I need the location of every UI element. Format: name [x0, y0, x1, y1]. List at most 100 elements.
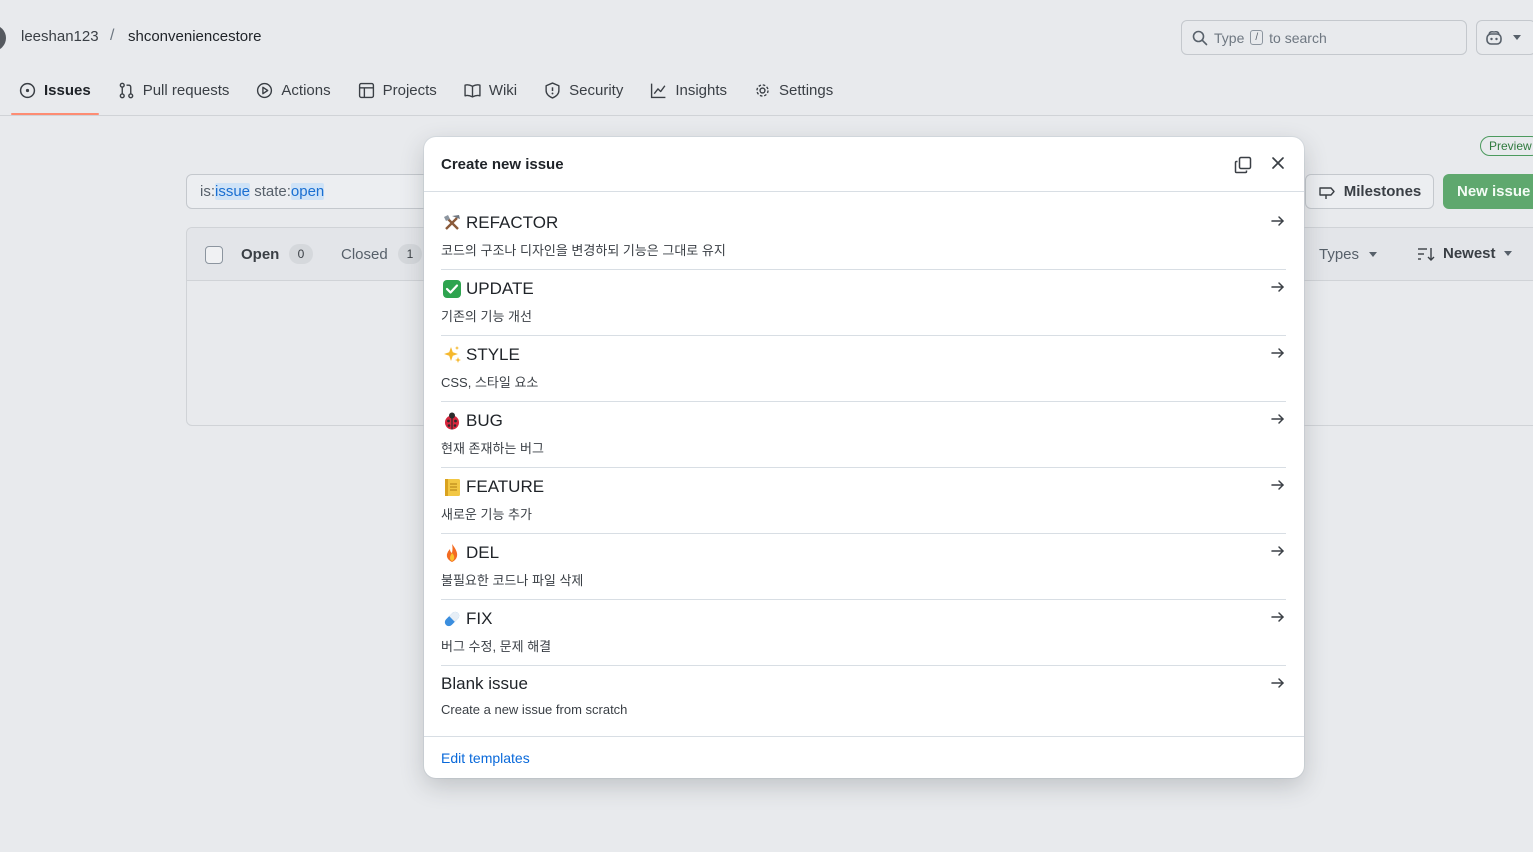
shield-icon — [545, 81, 560, 99]
sort-icon — [1418, 247, 1435, 261]
dialog-title: Create new issue — [441, 156, 564, 173]
template-item-bug[interactable]: BUG 현재 존재하는 버그 — [441, 402, 1286, 468]
arrow-right-icon — [1271, 216, 1284, 226]
tab-pull-requests[interactable]: Pull requests — [110, 70, 238, 110]
create-issue-dialog: Create new issue REFACTOR 코드의 구조나 디자인을 변… — [424, 137, 1304, 778]
template-title: STYLE — [466, 345, 520, 364]
tab-label: Pull requests — [142, 81, 230, 99]
copilot-button[interactable] — [1476, 20, 1533, 55]
tab-issues[interactable]: Issues — [11, 70, 99, 115]
search-shortcut-key: / — [1250, 30, 1264, 45]
chevron-down-icon — [1369, 252, 1378, 257]
arrow-right-icon — [1271, 612, 1284, 622]
template-title: DEL — [466, 543, 500, 562]
template-item-style[interactable]: STYLE CSS, 스타일 요소 — [441, 336, 1286, 402]
edit-templates-link[interactable]: Edit templates — [441, 750, 530, 766]
path-separator: / — [110, 27, 115, 44]
close-icon[interactable] — [1270, 155, 1286, 171]
ledger-icon — [441, 476, 463, 498]
new-issue-button[interactable]: New issue — [1443, 174, 1533, 209]
types-dropdown[interactable]: Types — [1319, 246, 1378, 263]
filter-key-is: is: — [200, 183, 215, 200]
dialog-header: Create new issue — [424, 137, 1304, 192]
tab-settings[interactable]: Settings — [746, 70, 841, 110]
tab-label: Issues — [44, 81, 91, 99]
pill-icon — [441, 608, 463, 630]
search-prefix: Type — [1214, 29, 1245, 46]
avatar[interactable] — [0, 25, 6, 51]
issues-filter-input[interactable]: is:issue state:open — [186, 174, 446, 209]
template-title: REFACTOR — [466, 213, 559, 232]
template-item-refactor[interactable]: REFACTOR 코드의 구조나 디자인을 변경하되 기능은 그대로 유지 — [441, 204, 1286, 270]
dialog-footer: Edit templates — [424, 736, 1304, 778]
template-item-blank[interactable]: Blank issue Create a new issue from scra… — [441, 666, 1286, 732]
template-list: REFACTOR 코드의 구조나 디자인을 변경하되 기능은 그대로 유지 UP… — [441, 204, 1286, 732]
tab-label: Projects — [382, 81, 437, 99]
tab-wiki[interactable]: Wiki — [456, 70, 525, 110]
template-title: FEATURE — [466, 477, 545, 496]
closed-count-badge: 1 — [398, 244, 422, 264]
chevron-down-icon — [1503, 251, 1512, 256]
tab-label: Settings — [779, 81, 834, 99]
chevron-down-icon — [1513, 35, 1521, 40]
sparkles-icon — [441, 344, 463, 366]
tab-projects[interactable]: Projects — [350, 70, 445, 110]
tab-actions[interactable]: Actions — [248, 70, 338, 110]
template-title: BUG — [466, 411, 503, 430]
book-icon — [464, 83, 481, 98]
tab-label: Insights — [675, 81, 728, 99]
preview-badge[interactable]: Preview — [1480, 136, 1533, 156]
open-filter[interactable]: Open — [241, 246, 279, 263]
milestone-icon — [1319, 186, 1335, 199]
fire-icon — [441, 542, 463, 564]
search-input[interactable]: Type / to search — [1181, 20, 1467, 55]
arrow-right-icon — [1271, 414, 1284, 424]
check-mark-button-icon — [441, 278, 463, 300]
arrow-right-icon — [1271, 480, 1284, 490]
repo-header: leeshan123 / shconveniencestore Type / t… — [0, 0, 1533, 116]
template-title: Blank issue — [441, 674, 528, 693]
template-description: 버그 수정, 문제 해결 — [441, 639, 552, 654]
template-item-feature[interactable]: FEATURE 새로운 기능 추가 — [441, 468, 1286, 534]
closed-filter[interactable]: Closed — [341, 246, 388, 263]
git-pull-request-icon — [119, 82, 134, 98]
template-item-del[interactable]: DEL 불필요한 코드나 파일 삭제 — [441, 534, 1286, 600]
template-item-fix[interactable]: FIX 버그 수정, 문제 해결 — [441, 600, 1286, 666]
tab-insights[interactable]: Insights — [642, 70, 735, 110]
gear-icon — [756, 83, 769, 97]
template-description: CSS, 스타일 요소 — [441, 375, 539, 390]
arrow-right-icon — [1271, 282, 1284, 292]
select-all-checkbox[interactable] — [205, 246, 223, 264]
copilot-icon — [1486, 30, 1502, 45]
template-description: 현재 존재하는 버그 — [441, 441, 544, 456]
arrow-right-icon — [1271, 678, 1284, 688]
repo-tabs: Issues Pull requests Actions Projects Wi… — [11, 70, 852, 116]
copy-icon[interactable] — [1233, 155, 1253, 175]
sort-label: Newest — [1443, 245, 1496, 262]
play-icon — [257, 82, 273, 98]
template-description: 새로운 기능 추가 — [441, 507, 532, 522]
repo-link[interactable]: shconveniencestore — [128, 28, 261, 45]
template-title: UPDATE — [466, 279, 534, 298]
template-description: 불필요한 코드나 파일 삭제 — [441, 573, 584, 588]
filter-value-issue: issue — [215, 183, 251, 200]
filter-key-state: state: — [250, 183, 291, 200]
template-description: Create a new issue from scratch — [441, 702, 628, 717]
lady-beetle-icon — [441, 410, 463, 432]
owner-link[interactable]: leeshan123 — [21, 28, 99, 45]
filter-value-open: open — [290, 183, 325, 200]
tab-label: Wiki — [488, 81, 518, 99]
arrow-right-icon — [1271, 546, 1284, 556]
milestones-label: Milestones — [1343, 183, 1422, 200]
sort-dropdown[interactable]: Newest — [1417, 245, 1512, 262]
template-description: 기존의 기능 개선 — [441, 309, 532, 324]
search-suffix: to search — [1269, 29, 1327, 46]
types-label: Types — [1319, 246, 1360, 263]
open-count-badge: 0 — [289, 244, 313, 264]
milestones-button[interactable]: Milestones — [1305, 174, 1434, 209]
template-title: FIX — [466, 609, 493, 628]
tab-label: Actions — [281, 81, 331, 99]
template-item-update[interactable]: UPDATE 기존의 기능 개선 — [441, 270, 1286, 336]
hammer-and-pick-icon — [441, 212, 463, 234]
tab-security[interactable]: Security — [536, 70, 631, 110]
